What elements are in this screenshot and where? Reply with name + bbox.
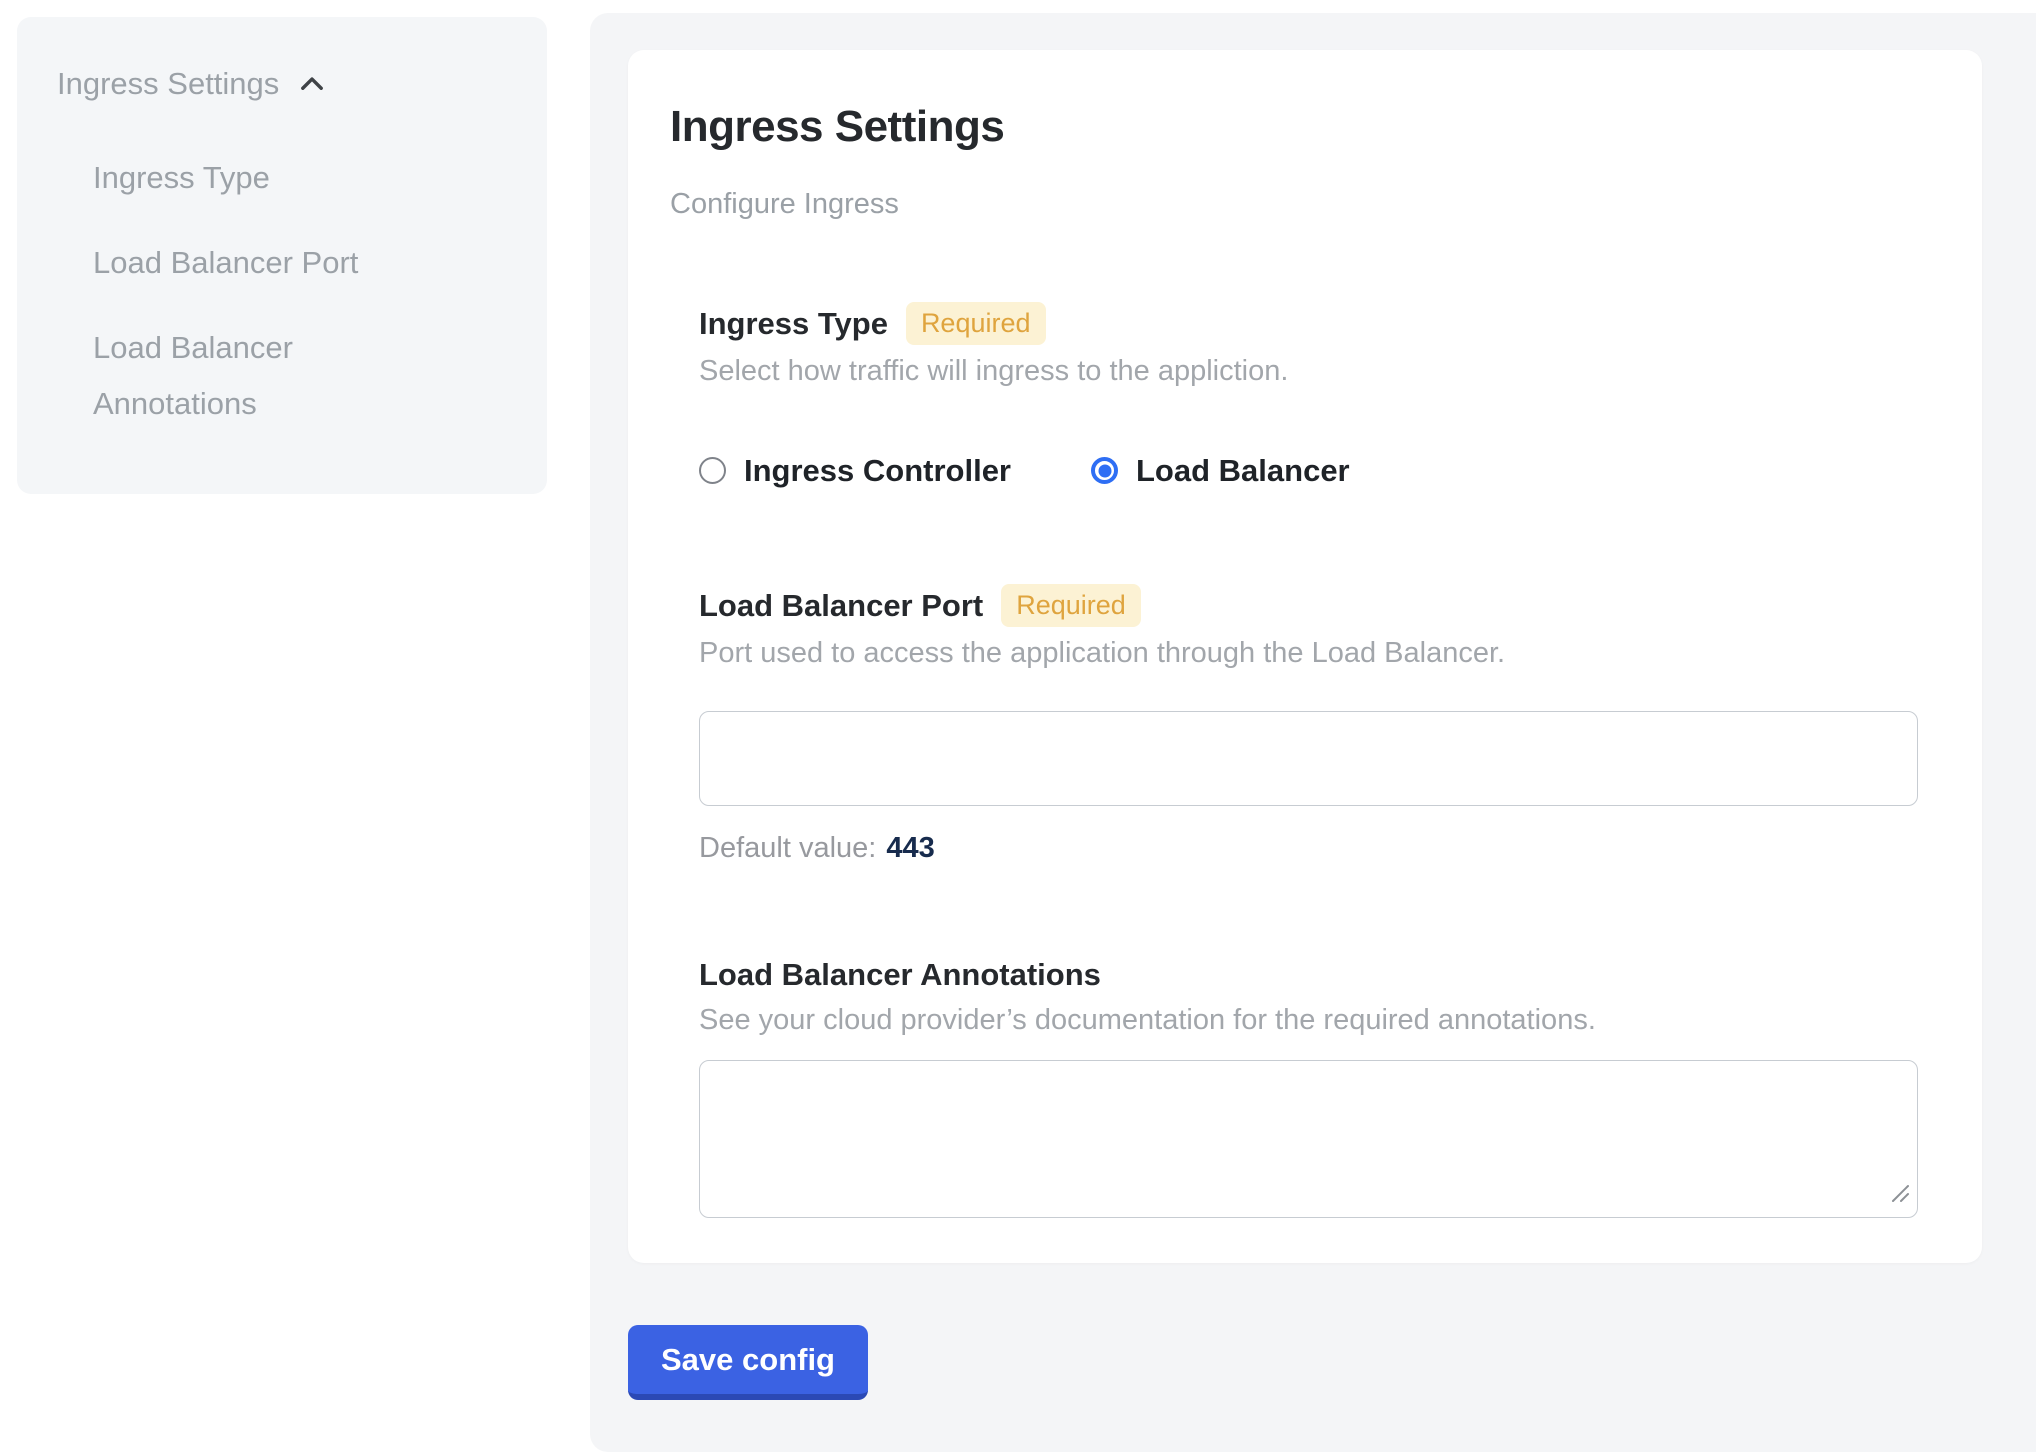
- required-badge: Required: [1001, 584, 1141, 627]
- sidebar-item-load-balancer-port[interactable]: Load Balancer Port: [93, 235, 463, 291]
- ingress-type-label: Ingress Type: [699, 305, 888, 343]
- default-value-number: 443: [886, 831, 934, 866]
- load-balancer-annotations-description: See your cloud provider’s documentation …: [699, 1002, 1922, 1038]
- ingress-type-label-row: Ingress Type Required: [699, 302, 1922, 345]
- chevron-up-icon: [295, 67, 329, 101]
- default-value-row: Default value: 443: [699, 831, 1922, 866]
- load-balancer-port-section: Load Balancer Port Required Port used to…: [699, 584, 1922, 866]
- page-subtitle: Configure Ingress: [670, 190, 1922, 219]
- load-balancer-port-description: Port used to access the application thro…: [699, 635, 1922, 671]
- ingress-type-section: Ingress Type Required Select how traffic…: [699, 302, 1922, 490]
- radio-button-icon[interactable]: [699, 457, 726, 484]
- load-balancer-annotations-label-row: Load Balancer Annotations: [699, 956, 1922, 994]
- config-panel: Ingress Settings Configure Ingress Ingre…: [590, 13, 2036, 1452]
- sidebar-item-load-balancer-annotations[interactable]: Load Balancer Annotations: [93, 320, 463, 432]
- load-balancer-annotations-section: Load Balancer Annotations See your cloud…: [699, 956, 1922, 1218]
- load-balancer-port-label: Load Balancer Port: [699, 587, 983, 625]
- sidebar-item-ingress-type[interactable]: Ingress Type: [93, 150, 463, 206]
- load-balancer-annotations-textarea-wrap: [699, 1060, 1918, 1218]
- sidebar-section-label: Ingress Settings: [57, 64, 279, 104]
- radio-button-icon[interactable]: [1091, 457, 1118, 484]
- form-sections: Ingress Type Required Select how traffic…: [699, 302, 1922, 1218]
- ingress-type-description: Select how traffic will ingress to the a…: [699, 353, 1922, 389]
- radio-option-ingress-controller[interactable]: Ingress Controller: [699, 451, 1011, 490]
- resize-handle-icon[interactable]: [1889, 1182, 1911, 1209]
- required-badge: Required: [906, 302, 1046, 345]
- sidebar-item-list: Ingress Type Load Balancer Port Load Bal…: [93, 150, 519, 432]
- load-balancer-port-input[interactable]: [699, 711, 1918, 806]
- load-balancer-annotations-label: Load Balancer Annotations: [699, 956, 1101, 994]
- sidebar-section-ingress-settings[interactable]: Ingress Settings: [57, 64, 519, 104]
- ingress-settings-card: Ingress Settings Configure Ingress Ingre…: [628, 50, 1982, 1263]
- load-balancer-port-label-row: Load Balancer Port Required: [699, 584, 1922, 627]
- save-config-button[interactable]: Save config: [628, 1325, 868, 1400]
- page-title: Ingress Settings: [670, 105, 1922, 149]
- load-balancer-annotations-textarea[interactable]: [699, 1060, 1918, 1218]
- radio-label: Load Balancer: [1136, 451, 1350, 490]
- default-value-label: Default value:: [699, 831, 876, 866]
- ingress-type-radio-group: Ingress Controller Load Balancer: [699, 451, 1922, 490]
- radio-option-load-balancer[interactable]: Load Balancer: [1091, 451, 1350, 490]
- settings-nav-sidebar: Ingress Settings Ingress Type Load Balan…: [17, 17, 547, 494]
- radio-label: Ingress Controller: [744, 451, 1011, 490]
